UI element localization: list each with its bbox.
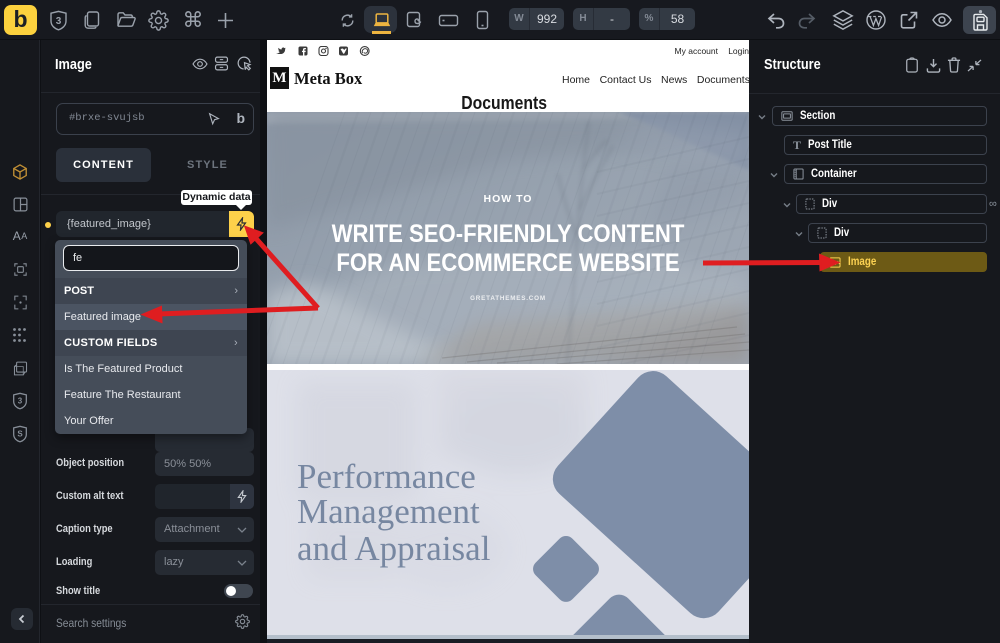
svg-text:3: 3 — [18, 397, 23, 406]
svg-text:S: S — [17, 430, 23, 439]
svg-text:3: 3 — [55, 16, 61, 27]
svg-text:Performance: Performance — [297, 457, 476, 496]
svg-text:and Appraisal: and Appraisal — [297, 529, 491, 568]
svg-text:Management: Management — [297, 492, 480, 531]
